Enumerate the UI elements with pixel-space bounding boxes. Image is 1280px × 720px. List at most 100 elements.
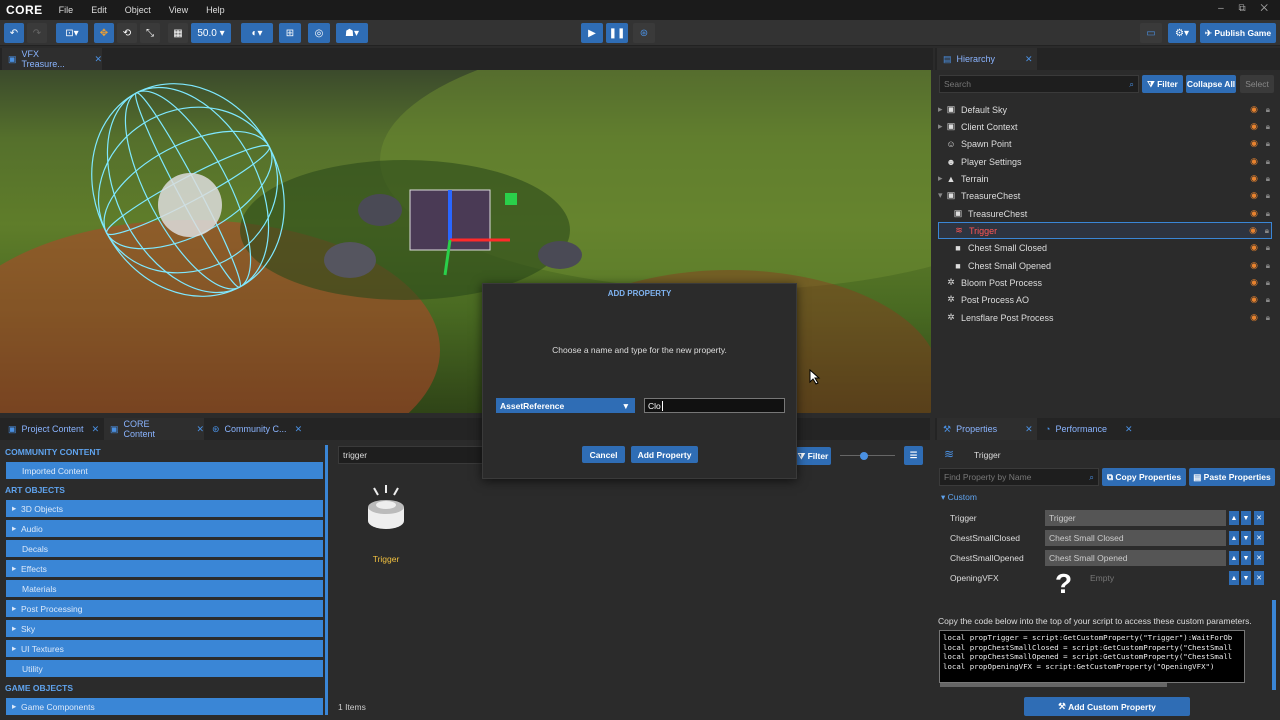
eye-icon[interactable]: ◉ (1250, 260, 1258, 271)
tab-properties[interactable]: ⚒ Properties ✕ (937, 418, 1037, 440)
code-scrollbar[interactable] (940, 683, 1167, 687)
eye-icon[interactable]: ◉ (1250, 104, 1258, 115)
menu-object[interactable]: Object (125, 5, 151, 15)
move-tool-icon[interactable]: ✥ (94, 23, 114, 43)
close-icon[interactable]: ✕ (295, 424, 303, 435)
close-icon[interactable]: ✕ (92, 424, 100, 435)
category-item[interactable]: ▸ 3D Objects (6, 500, 323, 517)
eye-icon[interactable]: ◉ (1250, 312, 1258, 323)
category-item[interactable]: Materials (6, 580, 323, 597)
tab-hierarchy[interactable]: ▤ Hierarchy ✕ (937, 48, 1037, 70)
close-icon[interactable]: ✕ (1025, 54, 1033, 65)
hierarchy-item[interactable]: ✲ Lensflare Post Process ◉ 🔒︎ (938, 309, 1272, 326)
remove-icon[interactable]: ✕ (1254, 531, 1264, 545)
close-icon[interactable]: ✕ (94, 54, 102, 65)
multiplayer-icon[interactable]: ⊛ (633, 23, 655, 43)
menu-help[interactable]: Help (206, 5, 225, 15)
category-item[interactable]: ▸ Audio (6, 520, 323, 537)
category-scrollbar[interactable] (325, 445, 328, 715)
hierarchy-search-input[interactable]: Search ⌕ (939, 75, 1139, 93)
property-value-field[interactable]: Chest Small Opened (1045, 550, 1226, 566)
lock-icon[interactable]: 🔒︎ (1266, 295, 1270, 305)
find-property-input[interactable]: Find Property by Name ⌕ (939, 468, 1099, 486)
lock-icon[interactable]: 🔒︎ (1266, 139, 1270, 149)
lock-icon[interactable]: 🔒︎ (1266, 191, 1270, 201)
add-custom-property-button[interactable]: ⚒ Add Custom Property (1024, 697, 1190, 716)
lock-icon[interactable]: 🔒︎ (1266, 313, 1270, 323)
trigger-asset-label[interactable]: Trigger (362, 554, 410, 564)
grid-icon[interactable]: ▦ (168, 23, 188, 43)
category-item[interactable]: ▸ Game Components (6, 698, 323, 715)
camera-mode-icon[interactable]: ⊡▾ (56, 23, 88, 43)
eye-icon[interactable]: ◉ (1250, 121, 1258, 132)
pause-button[interactable]: ❚❚ (606, 23, 628, 43)
snap-icon[interactable]: ⊞ (279, 23, 301, 43)
hierarchy-item[interactable]: ▾ ▣ TreasureChest ◉ 🔒︎ (938, 187, 1272, 204)
move-down-icon[interactable]: ▼ (1241, 511, 1251, 525)
close-icon[interactable]: ✕ (196, 424, 204, 435)
window-controls[interactable]: – ⧉ ✕ (1218, 3, 1274, 14)
expand-icon[interactable]: ▸ (938, 121, 946, 132)
content-search-input[interactable]: trigger (338, 446, 488, 464)
eye-icon[interactable]: ◉ (1249, 225, 1257, 236)
menu-edit[interactable]: Edit (91, 5, 107, 15)
move-down-icon[interactable]: ▼ (1241, 531, 1251, 545)
add-property-button[interactable]: Add Property (631, 446, 698, 463)
grid-size-dropdown[interactable]: 50.0 ▾ (191, 23, 231, 43)
hierarchy-item[interactable]: ☻ Player Settings ◉ 🔒︎ (938, 153, 1272, 170)
tab-viewport[interactable]: ▣ VFX Treasure... ✕ (2, 48, 102, 70)
tab-core-content[interactable]: ▣ CORE Content ✕ (104, 418, 204, 440)
category-item[interactable]: ▸ UI Textures (6, 640, 323, 657)
category-item[interactable]: ▸ Sky (6, 620, 323, 637)
lock-icon[interactable]: 🔒︎ (1266, 174, 1270, 184)
tab-community-content[interactable]: ⊛ Community C... ✕ (206, 418, 306, 440)
cancel-button[interactable]: Cancel (582, 446, 625, 463)
remove-icon[interactable]: ✕ (1254, 511, 1264, 525)
move-down-icon[interactable]: ▼ (1241, 551, 1251, 565)
lock-icon[interactable]: 🔒︎ (1266, 243, 1270, 253)
redo-icon[interactable]: ↷ (27, 23, 47, 43)
hierarchy-item-selected[interactable]: ≋ Trigger ◉ 🔒︎ (938, 222, 1272, 239)
lock-icon[interactable]: 🔒︎ (1266, 105, 1270, 115)
zoom-slider-handle[interactable] (860, 452, 868, 460)
paste-properties-button[interactable]: ▤ Paste Properties (1189, 468, 1275, 486)
property-name-input[interactable]: Clo (644, 398, 785, 413)
expand-icon[interactable]: ▸ (938, 104, 946, 115)
close-icon[interactable]: ✕ (1025, 424, 1033, 435)
move-up-icon[interactable]: ▲ (1229, 511, 1239, 525)
move-down-icon[interactable]: ▼ (1241, 571, 1251, 585)
hierarchy-item[interactable]: ▸ ▣ Default Sky ◉ 🔒︎ (938, 101, 1272, 118)
move-up-icon[interactable]: ▲ (1229, 531, 1239, 545)
hierarchy-item[interactable]: ▣ TreasureChest ◉ 🔒︎ (938, 205, 1272, 222)
share-icon[interactable]: ⚙▾ (1168, 23, 1196, 43)
expand-icon[interactable]: ▸ (938, 173, 946, 184)
move-up-icon[interactable]: ▲ (1229, 551, 1239, 565)
custom-section-header[interactable]: ▾ Custom (941, 492, 977, 503)
preview-icon[interactable]: ◎ (308, 23, 330, 43)
select-button[interactable]: Select (1240, 75, 1274, 93)
eye-icon[interactable]: ◉ (1250, 294, 1258, 305)
remove-icon[interactable]: ✕ (1254, 571, 1264, 585)
hierarchy-item[interactable]: ▸ ▲ Terrain ◉ 🔒︎ (938, 170, 1272, 187)
lock-icon[interactable]: 🔒︎ (1266, 122, 1270, 132)
tab-performance[interactable]: ◔ Performance ✕ (1039, 418, 1139, 440)
eye-icon[interactable]: ◉ (1250, 277, 1258, 288)
hierarchy-item[interactable]: ☺ Spawn Point ◉ 🔒︎ (938, 135, 1272, 152)
rotate-tool-icon[interactable]: ⟲ (117, 23, 137, 43)
undo-icon[interactable]: ↶ (4, 23, 24, 43)
close-icon[interactable]: ✕ (1125, 424, 1133, 435)
hierarchy-item[interactable]: ■ Chest Small Closed ◉ 🔒︎ (938, 239, 1272, 256)
hierarchy-item[interactable]: ▸ ▣ Client Context ◉ 🔒︎ (938, 118, 1272, 135)
hierarchy-item[interactable]: ■ Chest Small Opened ◉ 🔒︎ (938, 257, 1272, 274)
scale-tool-icon[interactable]: ⤡ (140, 23, 160, 43)
trigger-asset-icon[interactable] (364, 483, 408, 543)
lock-icon[interactable]: 🔒︎ (1266, 209, 1270, 219)
eye-icon[interactable]: ◉ (1250, 173, 1258, 184)
lock-icon[interactable]: 🔒︎ (1266, 278, 1270, 288)
lock-icon[interactable]: 🔒︎ (1266, 261, 1270, 271)
world-space-icon[interactable]: ◐▾ (241, 23, 273, 43)
eye-icon[interactable]: ◉ (1250, 156, 1258, 167)
player-icon[interactable]: ☗▾ (336, 23, 368, 43)
collapse-all-button[interactable]: Collapse All (1186, 75, 1236, 93)
lock-icon[interactable]: 🔒︎ (1265, 226, 1269, 236)
